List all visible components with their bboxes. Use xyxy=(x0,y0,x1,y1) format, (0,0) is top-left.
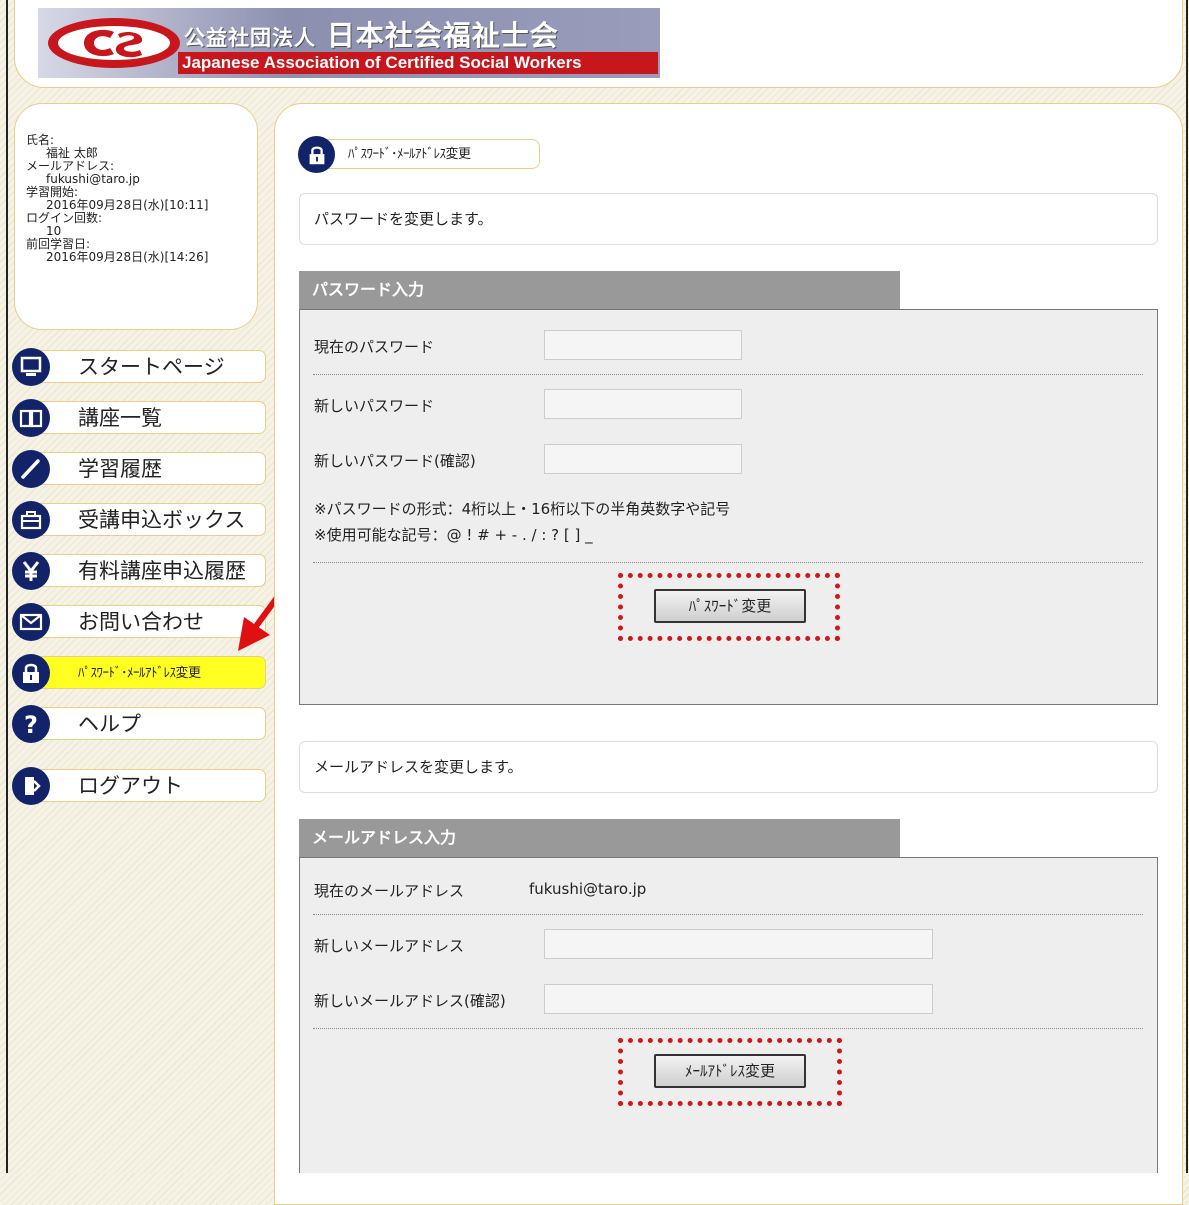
yen-icon xyxy=(12,552,50,590)
menu-label: お問い合わせ xyxy=(78,610,204,634)
confirm-email-label: 新しいメールアドレス(確認) xyxy=(314,992,506,1010)
menu-item-password-email-change[interactable]: ﾊﾟｽﾜｰﾄﾞ･ﾒｰﾙｱﾄﾞﾚｽ変更 xyxy=(12,654,266,692)
lock-icon xyxy=(12,654,50,692)
email-button-highlight: ﾒｰﾙｱﾄﾞﾚｽ変更 xyxy=(618,1038,842,1106)
current-password-label: 現在のパスワード xyxy=(314,338,435,356)
menu-item-course-list[interactable]: 講座一覧 xyxy=(12,399,266,437)
menu-label: ログアウト xyxy=(78,774,183,798)
menu-item-study-history[interactable]: 学習履歴 xyxy=(12,450,266,488)
password-format-hint: ※パスワードの形式：4桁以上・16桁以下の半角英数字や記号 xyxy=(314,500,731,518)
menu-label: 学習履歴 xyxy=(78,457,162,481)
menu-item-contact[interactable]: お問い合わせ xyxy=(12,603,266,641)
page-title-text: ﾊﾟｽﾜｰﾄﾞ･ﾒｰﾙｱﾄﾞﾚｽ変更 xyxy=(348,147,471,162)
divider xyxy=(313,914,1143,916)
confirm-password-input[interactable] xyxy=(544,444,742,474)
new-email-input[interactable] xyxy=(544,929,933,959)
menu-label: 受講申込ボックス xyxy=(78,508,246,532)
password-symbols-hint: ※使用可能な記号：@ ! # + - . / : ? [ ] _ xyxy=(314,526,593,544)
email-form-panel: 現在のメールアドレス fukushi@taro.jp 新しいメールアドレス 新し… xyxy=(299,857,1158,1173)
menu-item-paid-course-history[interactable]: 有料講座申込履歴 xyxy=(12,552,266,590)
divider xyxy=(313,1028,1143,1030)
menu-label: ﾊﾟｽﾜｰﾄﾞ･ﾒｰﾙｱﾄﾞﾚｽ変更 xyxy=(78,666,201,681)
menu-item-application-box[interactable]: 受講申込ボックス xyxy=(12,501,266,539)
logo-japanese-name: 公益社団法人 日本社会福祉士会 xyxy=(184,14,559,54)
password-form-panel: 現在のパスワード 新しいパスワード 新しいパスワード(確認) ※パスワードの形式… xyxy=(299,309,1158,705)
divider xyxy=(313,374,1143,376)
new-email-label: 新しいメールアドレス xyxy=(314,937,465,955)
confirm-password-label: 新しいパスワード(確認) xyxy=(314,452,476,470)
password-note: パスワードを変更します。 xyxy=(299,193,1158,245)
last-study-date: 2016年09月28日(水)[14:26] xyxy=(46,250,209,264)
question-icon: ? xyxy=(12,705,50,743)
svg-text:?: ? xyxy=(24,711,38,737)
lock-icon xyxy=(298,136,335,173)
menu-item-start-page[interactable]: スタートページ xyxy=(12,348,266,386)
new-password-input[interactable] xyxy=(544,389,742,419)
user-info-panel: 氏名: 福祉 太郎 メールアドレス: fukushi@taro.jp 学習開始:… xyxy=(14,103,258,330)
menu-item-help[interactable]: ? ヘルプ xyxy=(12,705,266,743)
envelope-icon xyxy=(12,603,50,641)
current-password-input[interactable] xyxy=(544,330,742,360)
menu-label: 講座一覧 xyxy=(78,406,162,430)
current-email-label: 現在のメールアドレス xyxy=(314,882,465,900)
current-email-value: fukushi@taro.jp xyxy=(529,880,647,898)
logo-english-name: Japanese Association of Certified Social… xyxy=(178,52,658,74)
menu-label: スタートページ xyxy=(78,355,225,379)
password-button-highlight: ﾊﾟｽﾜｰﾄﾞ変更 xyxy=(618,573,840,641)
email-section-header: メールアドレス入力 xyxy=(299,819,900,857)
book-icon xyxy=(12,399,50,437)
menu-label: ヘルプ xyxy=(78,712,141,736)
divider xyxy=(313,562,1143,564)
email-note: メールアドレスを変更します。 xyxy=(299,741,1158,793)
logo-name: 日本社会福祉士会 xyxy=(326,19,559,52)
site-logo[interactable]: 公益社団法人 日本社会福祉士会 Japanese Association of … xyxy=(38,8,660,78)
menu-label: 有料講座申込履歴 xyxy=(78,559,246,583)
briefcase-icon xyxy=(12,501,50,539)
confirm-email-input[interactable] xyxy=(544,984,933,1014)
menu-item-logout[interactable]: ログアウト xyxy=(12,767,266,805)
new-password-label: 新しいパスワード xyxy=(314,397,435,415)
change-password-button[interactable]: ﾊﾟｽﾜｰﾄﾞ変更 xyxy=(654,589,806,623)
password-section-header: パスワード入力 xyxy=(299,271,900,309)
monitor-icon xyxy=(12,348,50,386)
door-icon xyxy=(12,767,50,805)
logo-prefix: 公益社団法人 xyxy=(184,26,316,50)
change-email-button[interactable]: ﾒｰﾙｱﾄﾞﾚｽ変更 xyxy=(654,1054,806,1088)
cs-logo-icon xyxy=(48,18,180,68)
pencil-icon xyxy=(12,450,50,488)
